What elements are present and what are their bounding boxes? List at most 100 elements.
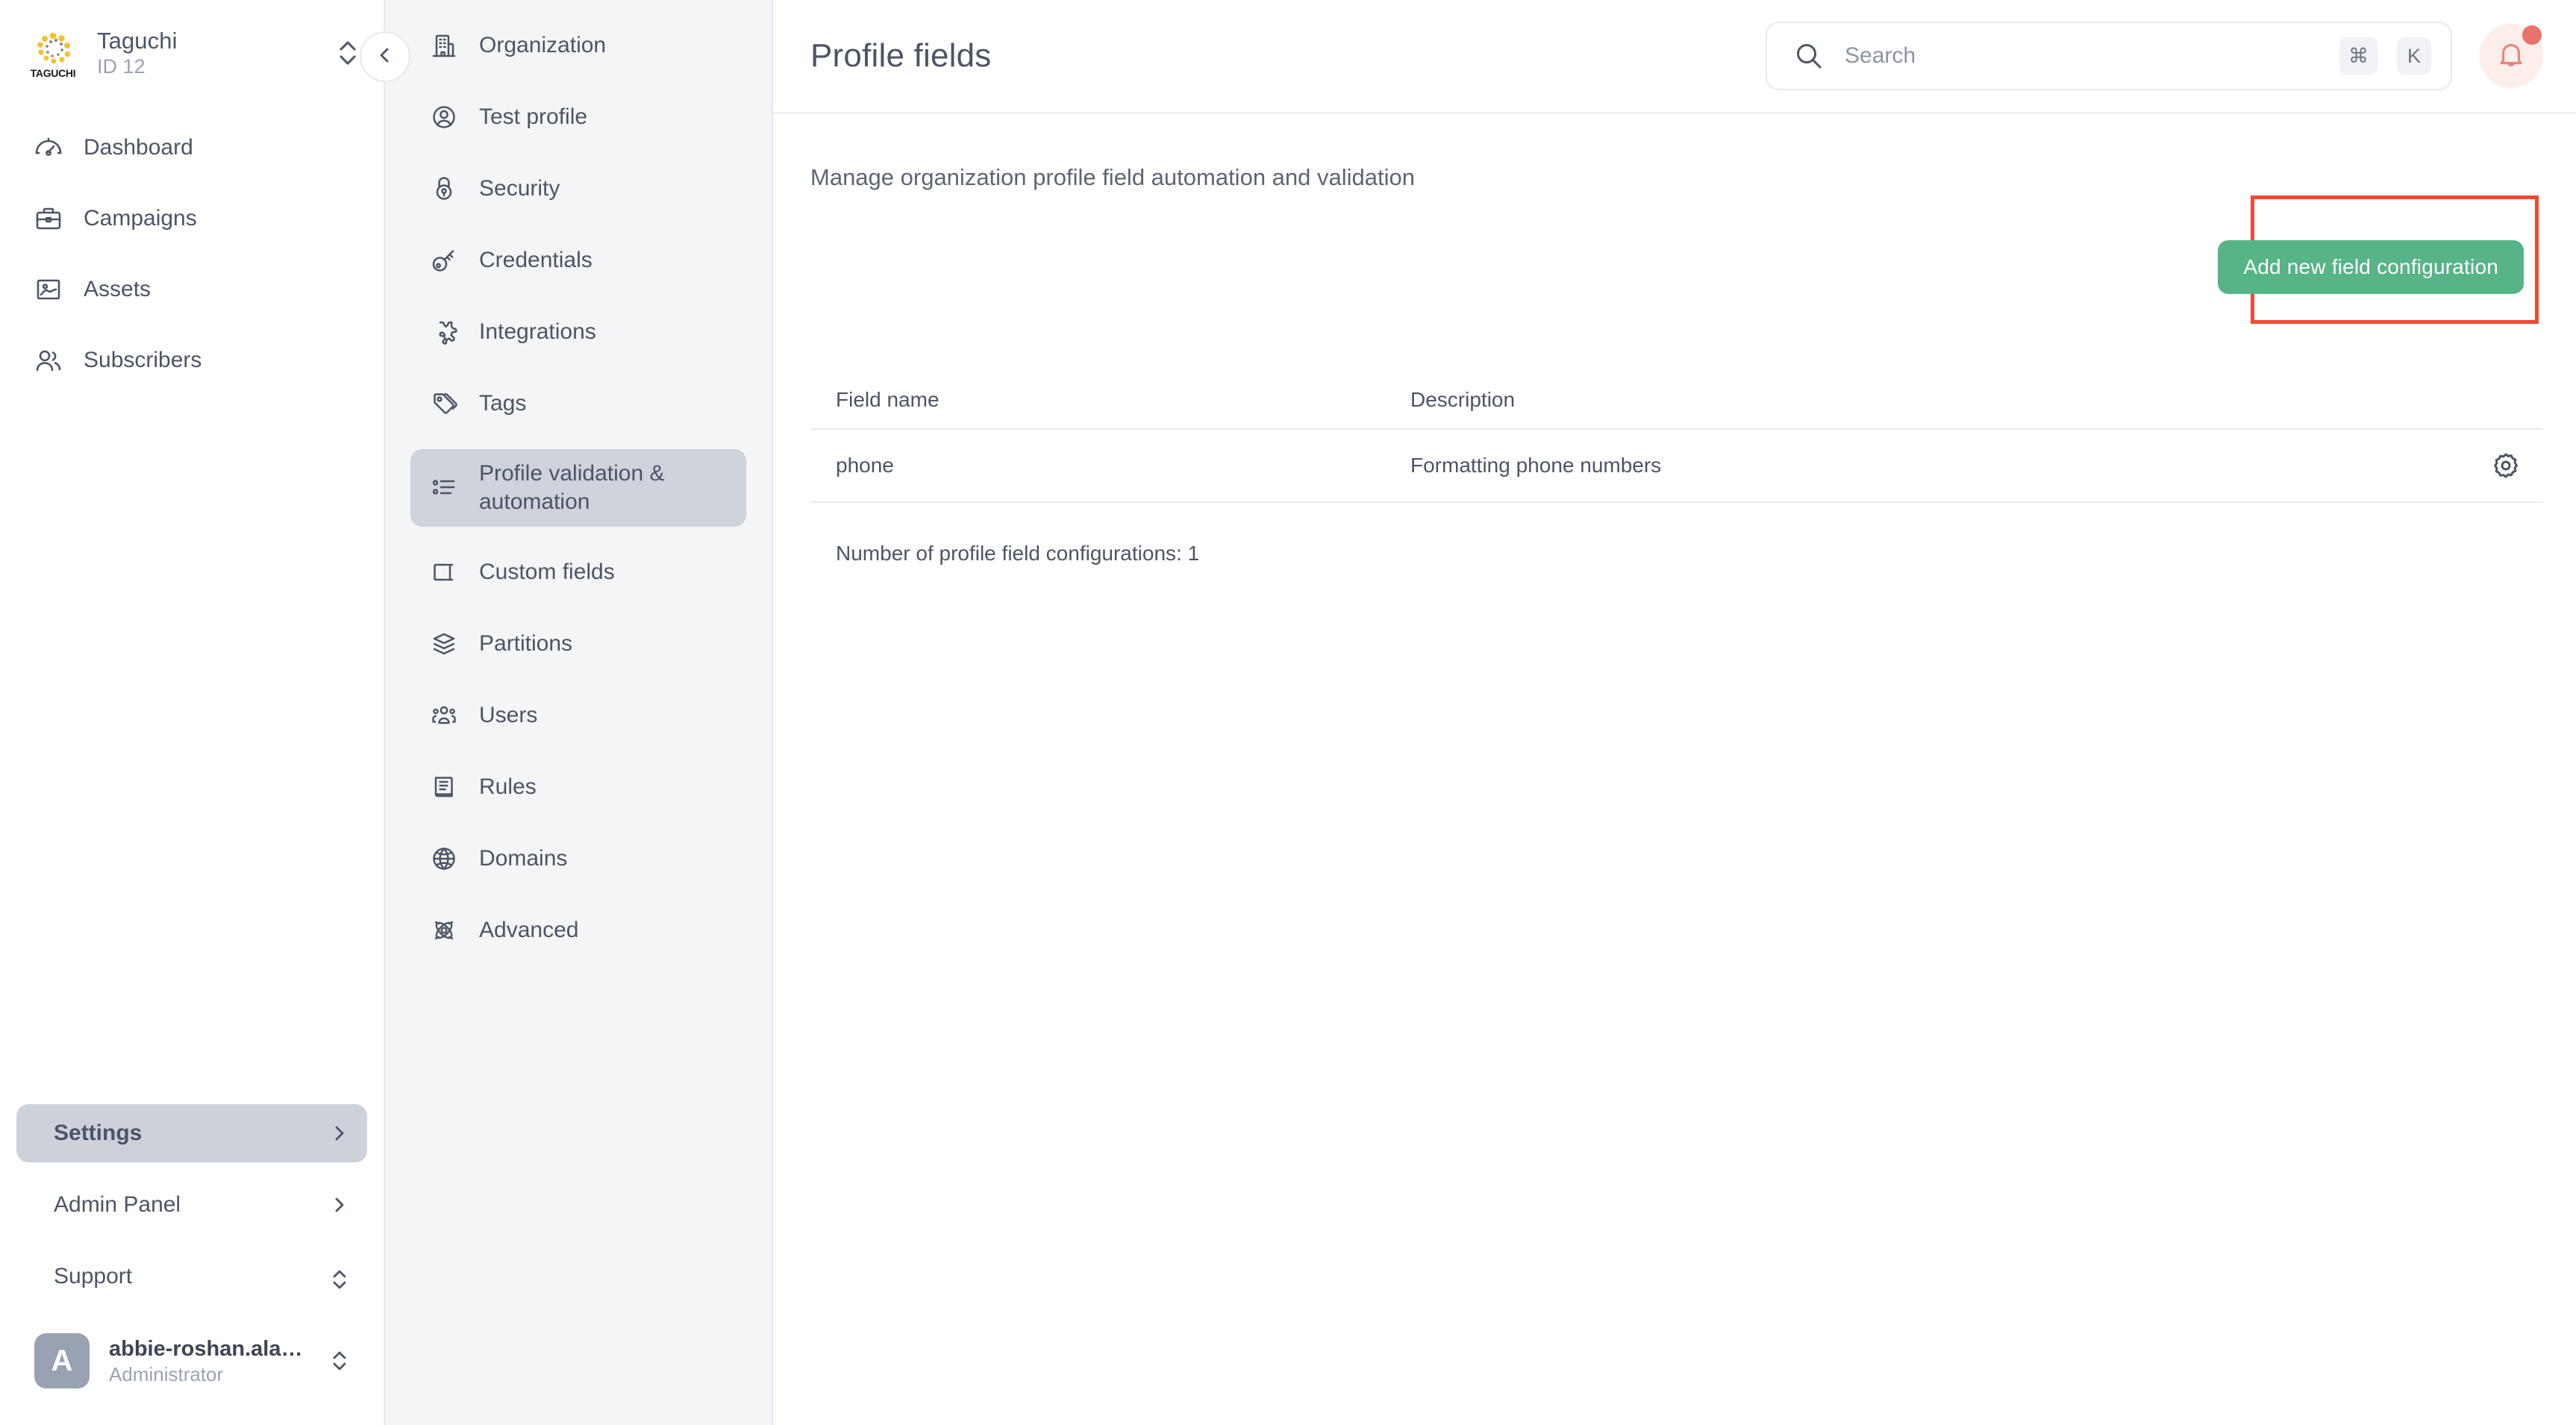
key-icon: [428, 245, 460, 276]
sidebar-item-domains[interactable]: Domains: [410, 833, 746, 885]
document-icon: [428, 771, 460, 803]
sidebar-item-custom-fields[interactable]: Custom fields: [410, 546, 746, 598]
sidebar-item-campaigns[interactable]: Campaigns: [16, 193, 367, 244]
topbar-right: ⌘ K: [1766, 22, 2543, 90]
sidebar-item-rules[interactable]: Rules: [410, 761, 746, 813]
sidebar-item-label: Assets: [84, 277, 151, 301]
lock-icon: [428, 173, 460, 204]
search-icon: [1792, 40, 1825, 72]
building-icon: [428, 30, 460, 61]
avatar: A: [34, 1333, 90, 1388]
table-header-row: Field name Description: [810, 372, 2543, 430]
svg-text:TAGUCHI: TAGUCHI: [31, 67, 76, 79]
action-row: Add new field configuration: [810, 191, 2543, 324]
users-group-icon: [428, 700, 460, 731]
sidebar-item-integrations[interactable]: Integrations: [410, 306, 746, 358]
sidebar-item-admin-panel[interactable]: Admin Panel: [16, 1176, 367, 1234]
sidebar-item-partitions[interactable]: Partitions: [410, 618, 746, 670]
gear-icon[interactable]: [2488, 448, 2524, 483]
puzzle-icon: [428, 316, 460, 348]
column-header-field-name: Field name: [836, 388, 940, 411]
notification-badge: [2522, 25, 2542, 45]
sidebar-item-label: Domains: [479, 846, 568, 871]
table-row[interactable]: phone Formatting phone numbers: [810, 430, 2543, 503]
sidebar-item-label: Admin Panel: [54, 1192, 181, 1217]
profile-fields-table: Field name Description phone Formatting …: [810, 372, 2543, 566]
search-input[interactable]: [1845, 43, 2320, 69]
sidebar-item-label: Organization: [479, 33, 607, 57]
sidebar-item-security[interactable]: Security: [410, 163, 746, 215]
image-icon: [33, 274, 64, 305]
sidebar-item-advanced[interactable]: Advanced: [410, 904, 746, 956]
shortcut-key: K: [2397, 37, 2431, 75]
sidebar-item-settings[interactable]: Settings: [16, 1104, 367, 1162]
gauge-icon: [33, 132, 64, 163]
user-name: abbie-roshan.alag...: [109, 1336, 310, 1361]
sidebar-item-label: Subscribers: [84, 348, 202, 372]
atom-icon: [428, 915, 460, 946]
sidebar-item-label: Credentials: [479, 248, 593, 272]
sidebar-collapse-button[interactable]: [360, 31, 410, 82]
cell-description: Formatting phone numbers: [1410, 454, 1662, 477]
sidebar-item-users[interactable]: Users: [410, 689, 746, 742]
content-area: Manage organization profile field automa…: [773, 113, 2576, 566]
user-circle-icon: [428, 101, 460, 133]
cell-field-name: phone: [836, 454, 894, 477]
sidebar-item-credentials[interactable]: Credentials: [410, 234, 746, 286]
sidebar-item-label: Security: [479, 176, 560, 201]
sidebar-item-label: Custom fields: [479, 560, 615, 584]
sidebar-item-label: Advanced: [479, 918, 579, 942]
primary-nav: Dashboard Campaigns Assets Subscribers: [0, 84, 384, 406]
layers-icon: [428, 628, 460, 660]
sidebar-item-label: Rules: [479, 774, 537, 799]
configuration-count: Number of profile field configurations: …: [836, 542, 1200, 565]
chevron-right-icon: [330, 1124, 349, 1143]
sidebar-item-support[interactable]: Support: [16, 1247, 367, 1307]
sidebar-item-label: Profile validation & automation: [479, 461, 665, 514]
add-new-field-configuration-button[interactable]: Add new field configuration: [2218, 240, 2524, 294]
sidebar-item-test-profile[interactable]: Test profile: [410, 91, 746, 143]
org-id: ID 12: [97, 54, 146, 78]
app-root: TAGUCHI Taguchi ID 12 Dashboard Campaign…: [0, 0, 2576, 1425]
sidebar-item-assets[interactable]: Assets: [16, 264, 367, 315]
taguchi-logo-icon: TAGUCHI: [25, 25, 81, 81]
cell-actions: [2454, 448, 2543, 483]
user-role: Administrator: [109, 1362, 224, 1385]
sidebar-item-tags[interactable]: Tags: [410, 378, 746, 430]
secondary-sidebar: Organization Test profile Security Crede…: [360, 0, 773, 1425]
primary-sidebar: TAGUCHI Taguchi ID 12 Dashboard Campaign…: [0, 0, 385, 1425]
section-subtitle: Manage organization profile field automa…: [810, 164, 1415, 190]
topbar: Profile fields ⌘ K: [773, 0, 2576, 113]
chevron-left-icon: [375, 45, 396, 69]
sidebar-item-organization[interactable]: Organization: [410, 19, 746, 72]
sidebar-item-label: Test profile: [479, 104, 588, 129]
tag-icon: [428, 388, 460, 419]
sidebar-item-label: Support: [54, 1264, 133, 1288]
shortcut-modifier-key: ⌘: [2339, 37, 2378, 75]
sidebar-item-subscribers[interactable]: Subscribers: [16, 335, 367, 386]
sidebar-bottom-section: Settings Admin Panel Support A abbie-ros…: [0, 1104, 384, 1425]
search-bar[interactable]: ⌘ K: [1766, 22, 2452, 90]
column-header-description: Description: [1410, 388, 1516, 411]
sidebar-item-label: Partitions: [479, 631, 573, 656]
sidebar-item-label: Integrations: [479, 319, 596, 344]
org-switcher[interactable]: TAGUCHI Taguchi ID 12: [0, 0, 384, 84]
sidebar-item-dashboard[interactable]: Dashboard: [16, 122, 367, 173]
main-content: Profile fields ⌘ K: [773, 0, 2576, 1425]
sidebar-item-label: Campaigns: [84, 206, 197, 231]
up-down-chevron-icon: [330, 1348, 349, 1374]
chevron-right-icon: [330, 1195, 349, 1215]
globe-icon: [428, 843, 460, 874]
sidebar-item-label: Tags: [479, 391, 527, 416]
sidebar-item-label: Settings: [54, 1121, 143, 1145]
page-title: Profile fields: [810, 37, 992, 74]
notifications-button[interactable]: [2479, 24, 2543, 88]
people-icon: [33, 345, 64, 376]
user-account-switcher[interactable]: A abbie-roshan.alag... Administrator: [16, 1327, 367, 1395]
bell-icon: [2494, 37, 2528, 75]
up-down-chevron-icon: [330, 1267, 349, 1289]
sidebar-item-profile-validation-automation[interactable]: Profile validation & automation: [410, 449, 746, 527]
up-down-chevron-icon[interactable]: [333, 34, 363, 72]
org-name: Taguchi: [97, 27, 178, 54]
text-field-icon: [428, 557, 460, 588]
